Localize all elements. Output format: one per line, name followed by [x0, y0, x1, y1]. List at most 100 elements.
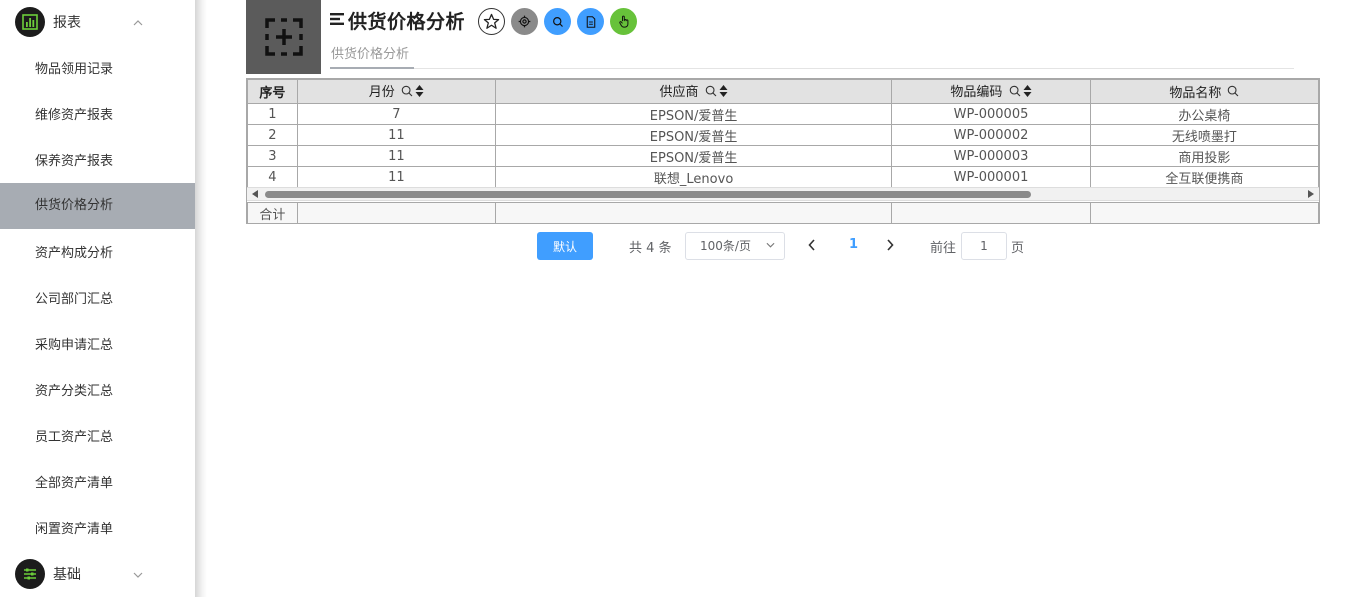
table-row[interactable]: 2 11 EPSON/爱普生 WP-000002 无线喷墨打 — [247, 124, 1319, 146]
sidebar-group-label: 基础 — [53, 567, 81, 583]
page-size-select[interactable]: 100条/页 — [685, 232, 785, 260]
column-header-supplier[interactable]: 供应商 — [494, 79, 893, 104]
sidebar-item-supply-price-analysis[interactable]: 供货价格分析 — [0, 183, 195, 229]
cell-month: 7 — [296, 103, 496, 125]
horizontal-scrollbar[interactable] — [247, 187, 1319, 201]
pagination-total: 共 4 条 — [629, 241, 672, 256]
sidebar-item-material-usage[interactable]: 物品领用记录 — [0, 47, 195, 93]
pagination: 默认 共 4 条 100条/页 1 前往 1 页 — [0, 232, 1360, 260]
scroll-left-arrow-icon[interactable] — [252, 190, 258, 198]
sum-cell — [296, 202, 496, 223]
cell-index: 4 — [247, 166, 298, 188]
cell-item-name: 全互联便携商 — [1089, 166, 1319, 188]
column-header-month[interactable]: 月份 — [296, 79, 496, 104]
search-icon[interactable] — [401, 85, 413, 101]
page-title-wrap: 供货价格分析 — [330, 7, 465, 34]
goto-label: 前往 — [930, 241, 957, 256]
cell-supplier: EPSON/爱普生 — [494, 124, 893, 146]
chevron-up-icon — [133, 16, 143, 29]
sliders-icon — [15, 559, 45, 589]
tab-supply-price-analysis[interactable]: 供货价格分析 — [331, 43, 409, 62]
cell-item-name: 办公桌椅 — [1089, 103, 1319, 125]
sidebar-group-basics[interactable]: 基础 — [0, 552, 195, 596]
next-page-button[interactable] — [886, 236, 894, 255]
gear-icon — [518, 15, 531, 28]
cell-item-name: 无线喷墨打 — [1089, 124, 1319, 146]
column-header-item-name[interactable]: 物品名称 — [1089, 79, 1319, 104]
column-header-label: 物品名称 — [1169, 85, 1222, 101]
scrollbar-thumb[interactable] — [265, 191, 1031, 198]
hand-button[interactable] — [610, 8, 637, 35]
sort-icon[interactable] — [415, 84, 424, 102]
cell-item-code: WP-000003 — [891, 145, 1091, 167]
cell-index: 2 — [247, 124, 298, 146]
sidebar-group-label: 报表 — [53, 15, 81, 31]
search-icon[interactable] — [1227, 85, 1239, 101]
document-icon — [586, 15, 595, 28]
cell-supplier: EPSON/爱普生 — [494, 145, 893, 167]
cell-index: 3 — [247, 145, 298, 167]
column-header-label: 月份 — [368, 85, 395, 101]
sidebar-group-reports[interactable]: 报表 — [0, 0, 195, 44]
page-title: 供货价格分析 — [348, 11, 466, 33]
column-header-item-code[interactable]: 物品编码 — [891, 79, 1091, 104]
default-button[interactable]: 默认 — [537, 232, 593, 260]
search-icon[interactable] — [1009, 85, 1021, 101]
sidebar-shadow — [195, 0, 207, 597]
tab-divider — [330, 68, 1294, 69]
sum-label: 合计 — [247, 202, 298, 223]
star-button[interactable] — [478, 8, 505, 35]
prev-page-button[interactable] — [808, 236, 816, 255]
chevron-down-icon — [133, 568, 143, 581]
sidebar-item-maintenance-report[interactable]: 保养资产报表 — [0, 139, 195, 185]
column-header-label: 序号 — [259, 86, 286, 101]
tab-active-indicator — [330, 67, 414, 69]
bar-chart-icon — [15, 7, 45, 37]
cell-month: 11 — [296, 145, 496, 167]
sort-icon[interactable] — [719, 84, 728, 102]
table-header-row: 序号 月份 供应商 物品编码 物品名称 — [247, 79, 1319, 104]
table-row[interactable]: 3 11 EPSON/爱普生 WP-000003 商用投影 — [247, 145, 1319, 167]
sidebar-item-department-summary[interactable]: 公司部门汇总 — [0, 277, 195, 323]
cell-supplier: 联想_Lenovo — [494, 166, 893, 188]
menu-lines-icon — [330, 10, 346, 31]
sidebar-item-purchase-summary[interactable]: 采购申请汇总 — [0, 323, 195, 369]
settings-button[interactable] — [511, 8, 538, 35]
column-header-label: 供应商 — [659, 85, 699, 101]
cell-month: 11 — [296, 124, 496, 146]
table-row[interactable]: 4 11 联想_Lenovo WP-000001 全互联便携商 — [247, 166, 1319, 188]
cell-index: 1 — [247, 103, 298, 125]
cell-item-code: WP-000001 — [891, 166, 1091, 188]
sidebar-item-employee-summary[interactable]: 员工资产汇总 — [0, 415, 195, 461]
column-header-label: 物品编码 — [950, 85, 1003, 101]
cell-item-code: WP-000002 — [891, 124, 1091, 146]
goto-page-input[interactable]: 1 — [961, 232, 1007, 260]
document-button[interactable] — [577, 8, 604, 35]
table-row[interactable]: 1 7 EPSON/爱普生 WP-000005 办公桌椅 — [247, 103, 1319, 125]
column-header-index: 序号 — [247, 79, 298, 104]
search-icon — [552, 16, 563, 27]
cell-supplier: EPSON/爱普生 — [494, 103, 893, 125]
page-icon-box — [246, 0, 321, 74]
chevron-right-icon — [887, 239, 894, 251]
chevron-down-icon — [766, 233, 775, 259]
search-icon[interactable] — [705, 85, 717, 101]
data-table: 序号 月份 供应商 物品编码 物品名称 1 7 EPSON/爱普生 WP-000… — [246, 78, 1320, 224]
page-size-value: 100条/页 — [700, 239, 751, 253]
sidebar: 报表 物品领用记录 维修资产报表 保养资产报表 供货价格分析 资产构成分析 公司… — [0, 0, 195, 597]
cell-item-code: WP-000005 — [891, 103, 1091, 125]
sum-cell — [891, 202, 1091, 223]
goto-suffix: 页 — [1011, 241, 1025, 256]
sidebar-item-repair-report[interactable]: 维修资产报表 — [0, 93, 195, 139]
search-button[interactable] — [544, 8, 571, 35]
cell-item-name: 商用投影 — [1089, 145, 1319, 167]
sidebar-item-idle-assets[interactable]: 闲置资产清单 — [0, 507, 195, 553]
sidebar-item-category-summary[interactable]: 资产分类汇总 — [0, 369, 195, 415]
sort-icon[interactable] — [1023, 84, 1032, 102]
table-sum-row: 合计 — [247, 202, 1319, 223]
hand-icon — [618, 15, 628, 28]
page-number-current[interactable]: 1 — [849, 237, 858, 252]
star-icon — [483, 13, 500, 29]
sidebar-item-all-assets[interactable]: 全部资产清单 — [0, 461, 195, 507]
scroll-right-arrow-icon[interactable] — [1308, 190, 1314, 198]
